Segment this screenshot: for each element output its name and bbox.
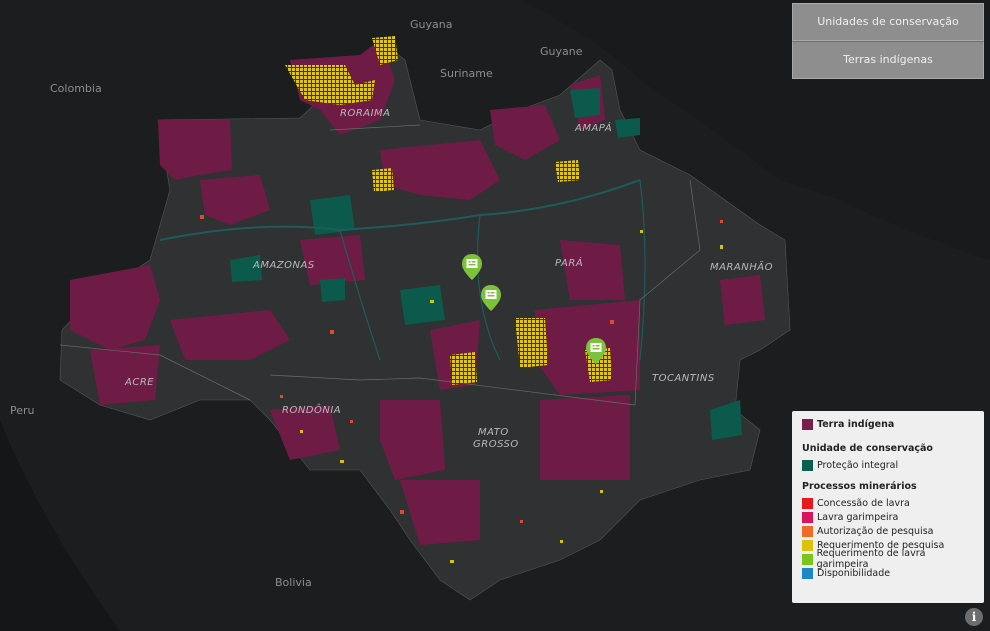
label-roraima: RORAIMA [340, 108, 391, 119]
label-bolivia: Bolivia [275, 576, 312, 589]
legend-swatch-requerimento-lavra [802, 553, 813, 565]
legend-swatch-disponibilidade [802, 567, 813, 579]
label-mato: MATO [478, 427, 509, 438]
label-amapa: AMAPÁ [574, 121, 612, 134]
label-para: PARÁ [555, 256, 583, 269]
legend-item: Lavra garimpeira [802, 510, 974, 524]
layer-toggle-group: Unidades de conservação Terras indígenas [792, 3, 984, 79]
legend-swatch-requerimento-pesquisa [802, 539, 813, 551]
indigenous-lands-button[interactable]: Terras indígenas [792, 41, 984, 79]
legend-item-label: Concessão de lavra [817, 497, 910, 509]
label-guyana: Guyana [410, 18, 452, 31]
label-guyane: Guyane [540, 45, 583, 58]
label-grosso: GROSSO [473, 439, 519, 450]
indigenous-land[interactable] [540, 395, 630, 480]
legend-swatch-indigenous [802, 419, 813, 430]
legend-swatch-lavra-garimpeira [802, 511, 813, 523]
mining-area[interactable] [555, 160, 580, 182]
conservation-units-button[interactable]: Unidades de conservação [792, 3, 984, 41]
conservation-unit[interactable] [615, 118, 640, 138]
legend-item-label: Disponibilidade [817, 567, 891, 579]
legend-swatch-conservation [802, 459, 813, 471]
mining-area[interactable] [450, 352, 477, 385]
indigenous-land[interactable] [560, 240, 625, 300]
label-rondonia: RONDÔNIA [282, 403, 341, 416]
legend-item: Proteção integral [802, 458, 974, 472]
label-peru: Peru [10, 404, 35, 417]
legend-mining-title: Processos minerários [802, 481, 917, 492]
legend-swatch-autorizacao [802, 525, 813, 537]
indigenous-land[interactable] [720, 275, 765, 325]
legend-indigenous-heading: Terra indígena [802, 419, 974, 430]
mining-area[interactable] [372, 168, 394, 192]
legend-item: Requerimento de lavra garimpeira [802, 548, 974, 570]
legend-swatch-concessao [802, 497, 813, 509]
info-icon[interactable]: i [965, 608, 983, 626]
legend-item: Autorização de pesquisa [802, 524, 974, 538]
mining-area[interactable] [515, 318, 548, 368]
label-amazonas: AMAZONAS [252, 260, 315, 271]
legend-item-label: Lavra garimpeira [817, 511, 899, 523]
label-acre: ACRE [124, 377, 154, 388]
label-maranhao: MARANHÃO [710, 260, 773, 273]
label-colombia: Colombia [50, 82, 102, 95]
label-tocantins: TOCANTINS [652, 373, 715, 384]
legend-indigenous-title: Terra indígena [817, 419, 895, 430]
indigenous-land[interactable] [158, 120, 232, 180]
map-legend: Terra indígena Unidade de conservação Pr… [792, 411, 984, 603]
conservation-unit[interactable] [400, 285, 445, 325]
legend-item: Concessão de lavra [802, 496, 974, 510]
label-suriname: Suriname [440, 67, 493, 80]
legend-item-label: Autorização de pesquisa [817, 525, 934, 537]
conservation-unit[interactable] [570, 88, 600, 118]
legend-item-label: Proteção integral [817, 459, 899, 471]
conservation-unit[interactable] [320, 278, 345, 302]
legend-conservation-title: Unidade de conservação [802, 443, 933, 454]
